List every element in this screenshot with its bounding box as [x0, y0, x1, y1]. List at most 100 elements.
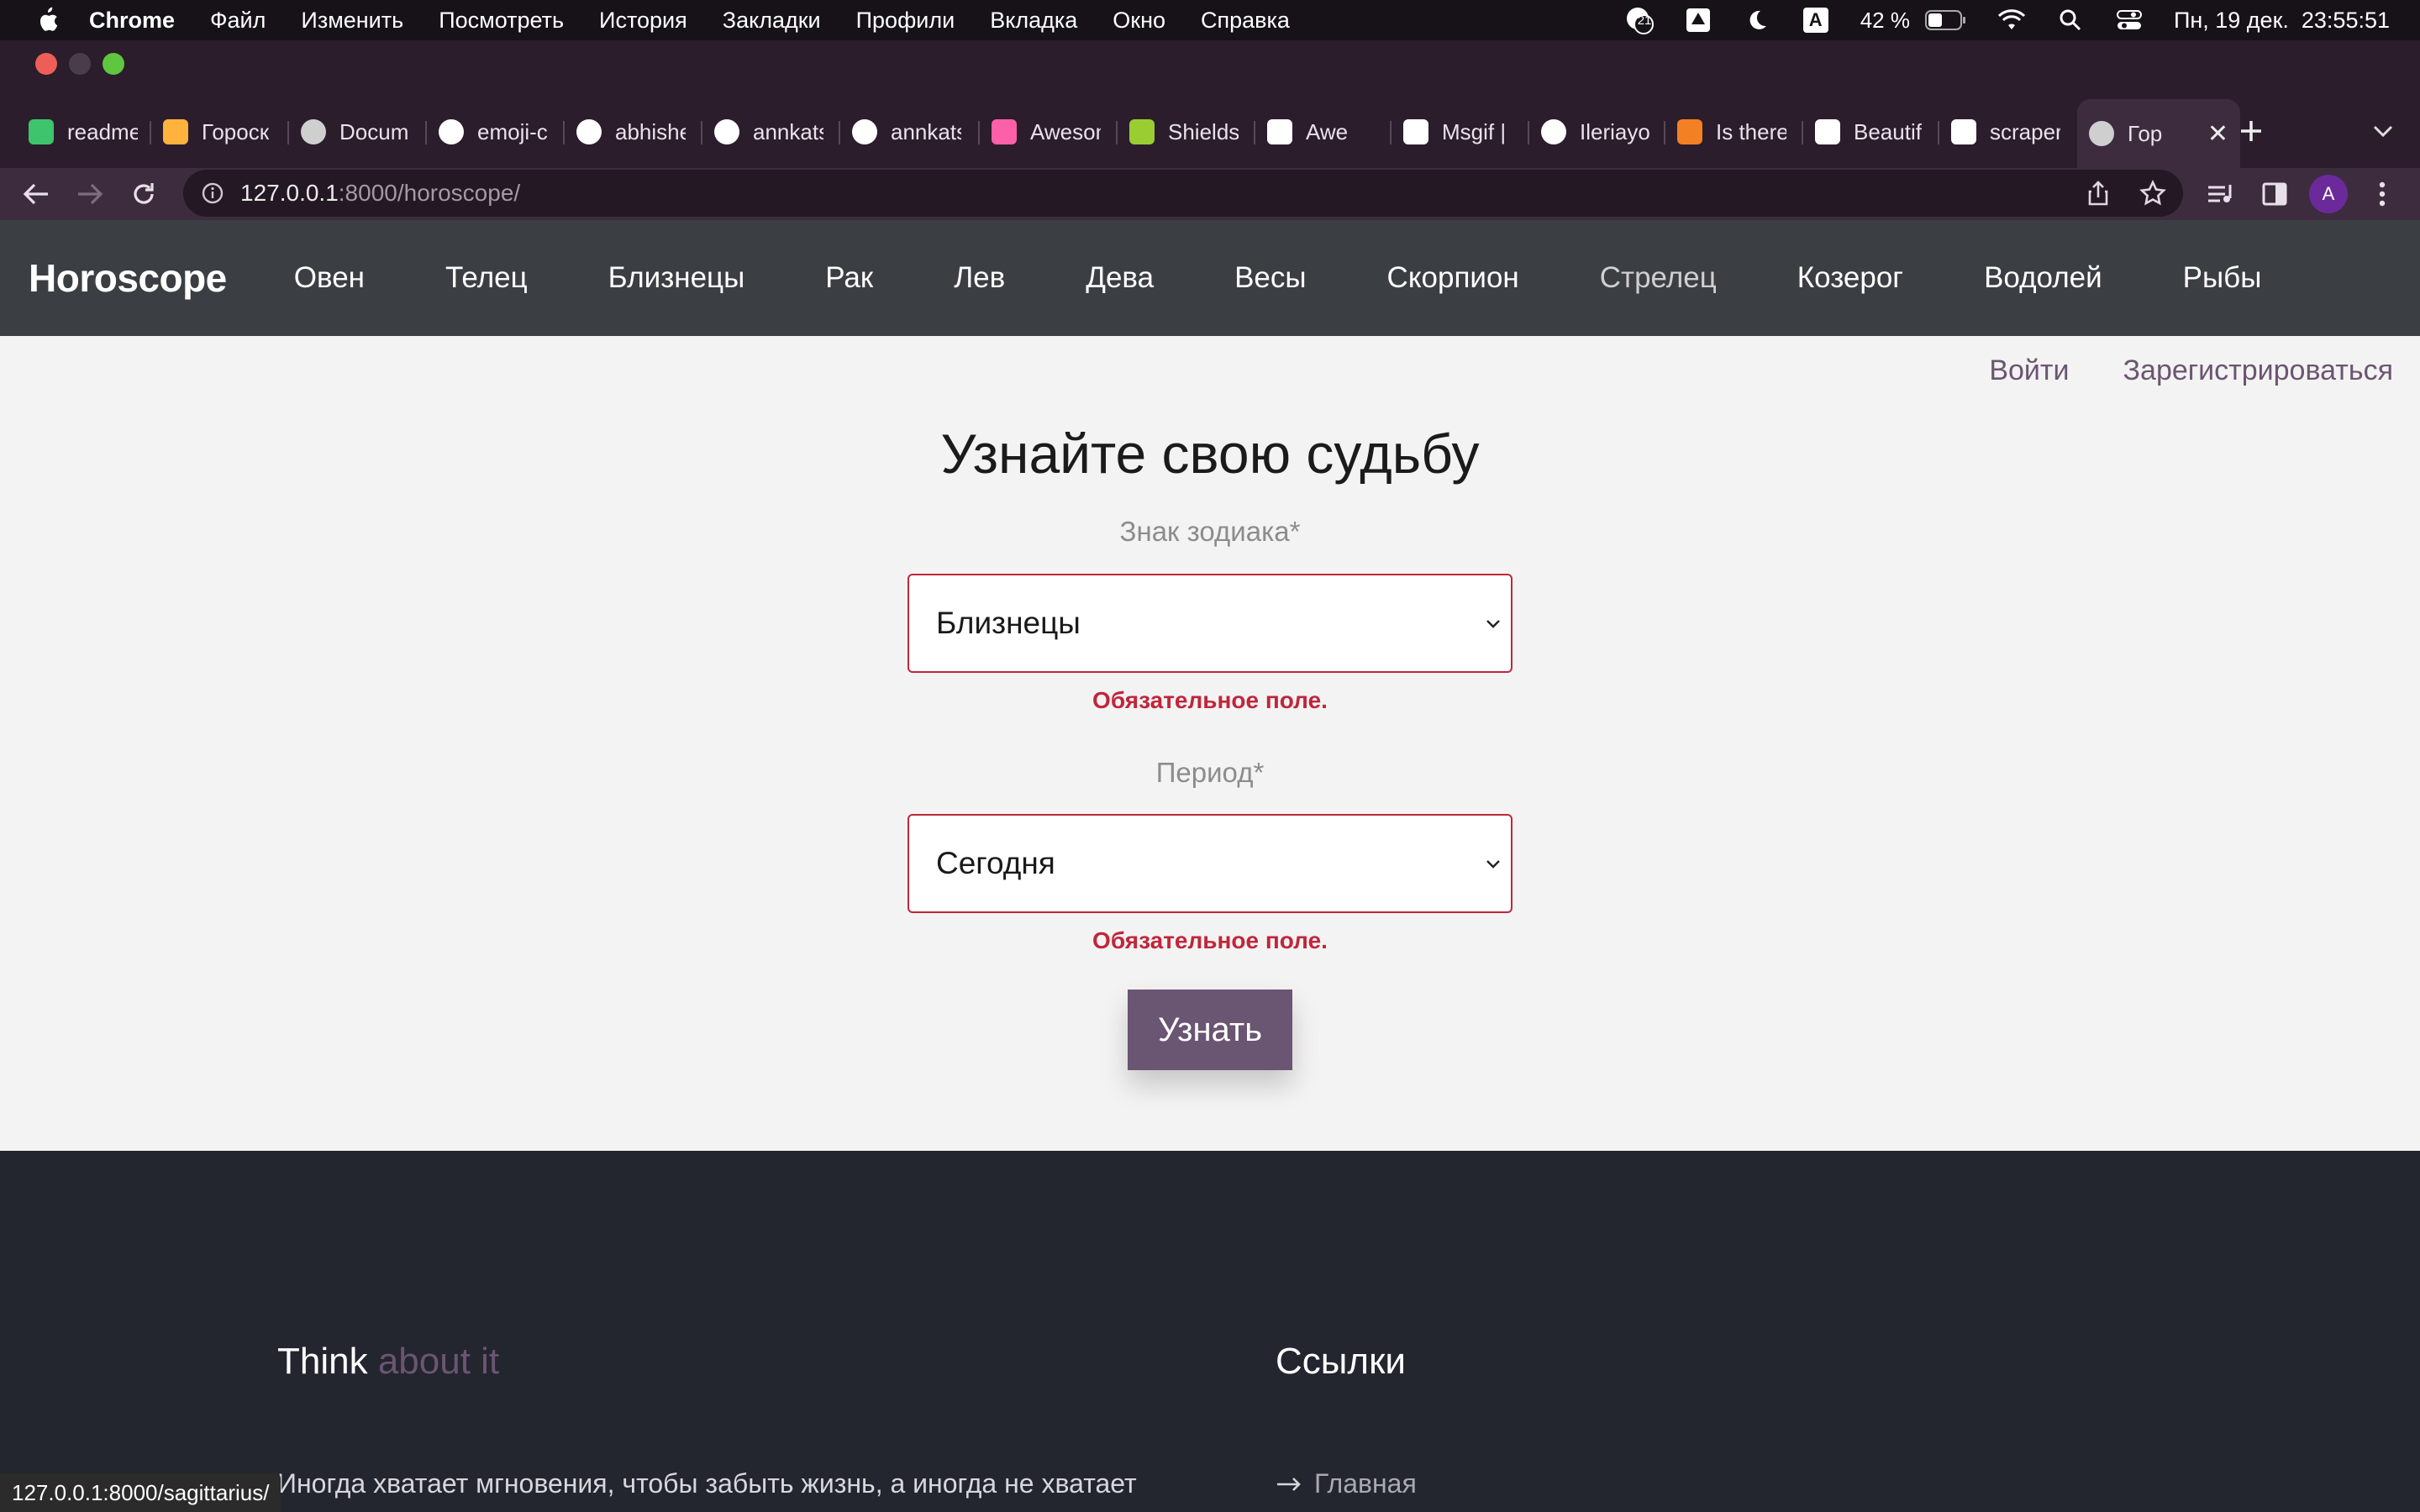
browser-tab[interactable]: Beautif — [1815, 102, 1924, 161]
share-icon[interactable] — [2087, 181, 2109, 206]
menu-profiles[interactable]: Профили — [856, 8, 955, 34]
chevron-down-icon — [2373, 125, 2393, 138]
browser-tab[interactable]: abhishe — [576, 102, 686, 161]
browser-tab[interactable]: annkats — [714, 102, 823, 161]
site-info-icon[interactable] — [202, 182, 224, 204]
nav-link-sagittarius[interactable]: Стрелец — [1600, 261, 1717, 295]
browser-tab[interactable]: annkats — [852, 102, 961, 161]
browser-tab-title: annkats — [753, 118, 823, 144]
submit-button[interactable]: Узнать — [1128, 990, 1292, 1070]
more-vertical-icon — [2379, 181, 2386, 207]
nav-link-aquarius[interactable]: Водолей — [1984, 261, 2102, 295]
window-minimize-button[interactable] — [69, 53, 91, 75]
menu-window[interactable]: Окно — [1113, 8, 1165, 34]
github-icon — [714, 119, 739, 144]
profile-avatar[interactable]: A — [2309, 175, 2348, 213]
menu-view[interactable]: Посмотреть — [439, 8, 564, 34]
tab-separator — [1116, 121, 1118, 144]
spotlight-search-icon[interactable] — [2056, 6, 2085, 34]
chevron-down-icon — [1486, 620, 1500, 628]
menu-bar-clock[interactable]: Пн, 19 дек. 23:55:51 — [2174, 8, 2390, 34]
side-panel-button[interactable] — [2255, 175, 2294, 213]
browser-tab-title: Docum — [339, 118, 409, 144]
footer-heading-main: Think — [277, 1341, 368, 1382]
nav-link-capricorn[interactable]: Козерог — [1797, 261, 1903, 295]
nav-link-virgo[interactable]: Дева — [1086, 261, 1154, 295]
page-main: Войти Зарегистрироваться Узнайте свою су… — [0, 336, 2420, 1151]
side-panel-icon — [2262, 182, 2287, 206]
menu-app-chrome[interactable]: Chrome — [89, 8, 175, 34]
tab-search-button[interactable] — [2366, 113, 2400, 150]
nav-link-libra[interactable]: Весы — [1234, 261, 1306, 295]
menu-help[interactable]: Справка — [1201, 8, 1290, 34]
zodiac-sign-select[interactable]: Близнецы — [908, 574, 1512, 673]
menu-bookmarks[interactable]: Закладки — [723, 8, 821, 34]
browser-tab[interactable]: scraper — [1951, 102, 2060, 161]
close-tab-icon[interactable]: ✕ — [2207, 119, 2228, 149]
browser-tab[interactable]: Гор ✕ — [2077, 99, 2240, 168]
browser-tab[interactable]: Ileriayo — [1541, 102, 1650, 161]
browser-menu-button[interactable] — [2363, 175, 2402, 213]
browser-tab[interactable]: Shields — [1129, 102, 1239, 161]
login-link[interactable]: Войти — [1989, 354, 2069, 387]
stackoverflow-icon — [1677, 119, 1702, 144]
tab-separator — [425, 121, 427, 144]
browser-tab-title: Msgif | — [1442, 118, 1507, 144]
tab-separator — [978, 121, 980, 144]
browser-tab-title: Гороск — [202, 118, 270, 144]
period-select[interactable]: Сегодня — [908, 814, 1512, 913]
link-status-bubble: 127.0.0.1:8000/sagittarius/ — [0, 1473, 281, 1512]
wifi-icon[interactable] — [1997, 6, 2026, 34]
nav-link-leo[interactable]: Лев — [954, 261, 1005, 295]
apple-icon[interactable] — [34, 6, 59, 34]
browser-tab[interactable]: Awe — [1267, 102, 1376, 161]
browser-tab-title: scraper — [1990, 118, 2060, 144]
input-source-label: A — [1802, 8, 1828, 33]
menu-history[interactable]: История — [599, 8, 687, 34]
menu-file[interactable]: Файл — [210, 8, 266, 34]
notification-badge-icon[interactable]: 21 — [1625, 6, 1654, 34]
battery-icon[interactable] — [1924, 6, 1967, 34]
zodiac-sign-label: Знак зодиака* — [1119, 516, 1301, 547]
bookmark-star-icon[interactable] — [2139, 180, 2166, 207]
window-close-button[interactable] — [35, 53, 57, 75]
menu-tab[interactable]: Вкладка — [990, 8, 1077, 34]
google-icon — [1951, 119, 1976, 144]
browser-tab[interactable]: Is there — [1677, 102, 1786, 161]
forward-button[interactable] — [71, 175, 109, 213]
back-button[interactable] — [17, 175, 55, 213]
do-not-disturb-moon-icon[interactable] — [1743, 6, 1771, 34]
nav-link-pisces[interactable]: Рыбы — [2183, 261, 2262, 295]
footer-heading-accent: about it — [377, 1341, 500, 1382]
browser-tab-strip: readme Гороск Docum emoji-c abhishe annkats an… — [0, 87, 2420, 168]
menu-edit[interactable]: Изменить — [301, 8, 403, 34]
period-label: Период* — [1155, 757, 1265, 788]
browser-tab[interactable]: Aweson — [992, 102, 1101, 161]
address-bar[interactable]: 127.0.0.1:8000/horoscope/ — [183, 170, 2183, 217]
reading-list-button[interactable] — [2202, 175, 2240, 213]
site-brand-logo[interactable]: Horoscope — [29, 255, 227, 301]
tab-separator — [701, 121, 702, 144]
control-center-icon[interactable] — [2115, 6, 2144, 34]
window-zoom-button[interactable] — [103, 53, 124, 75]
macos-menu-bar: Chrome Файл Изменить Посмотреть История … — [0, 0, 2420, 40]
readme-icon — [29, 119, 54, 144]
nav-link-scorpio[interactable]: Скорпион — [1387, 261, 1519, 295]
nav-link-taurus[interactable]: Телец — [445, 261, 528, 295]
google-drive-icon[interactable] — [1684, 6, 1712, 34]
tab-separator — [150, 121, 151, 144]
nav-link-aries[interactable]: Овен — [294, 261, 365, 295]
browser-tab[interactable]: emoji-c — [439, 102, 548, 161]
register-link[interactable]: Зарегистрироваться — [2123, 354, 2394, 387]
browser-tab[interactable]: readme — [29, 102, 138, 161]
footer-link-home[interactable]: Главная — [1276, 1468, 1417, 1499]
nav-link-cancer[interactable]: Рак — [825, 261, 873, 295]
arrow-right-icon — [1277, 1477, 1301, 1491]
browser-tab[interactable]: Msgif | — [1403, 102, 1512, 161]
github-icon — [576, 119, 602, 144]
browser-tab[interactable]: Docum — [301, 102, 410, 161]
input-source-icon[interactable]: A — [1802, 6, 1830, 34]
browser-tab[interactable]: Гороск — [163, 102, 272, 161]
nav-link-gemini[interactable]: Близнецы — [608, 261, 745, 295]
reload-button[interactable] — [124, 175, 163, 213]
